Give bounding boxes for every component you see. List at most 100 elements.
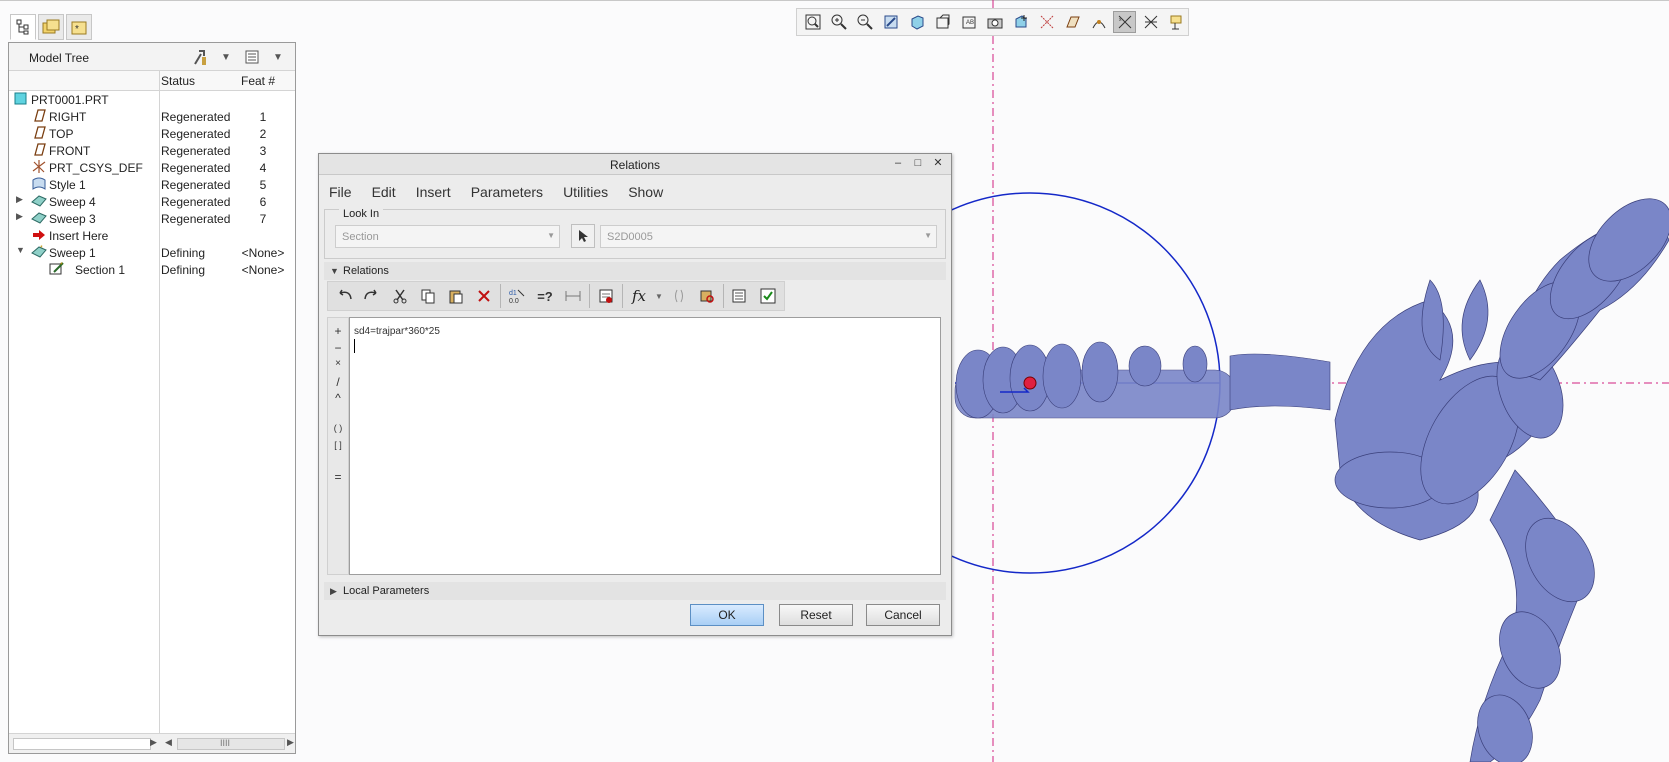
menu-utilities[interactable]: Utilities	[563, 181, 618, 203]
dialog-title-bar[interactable]: Relations – □ ✕	[319, 154, 951, 175]
look-in-item-select[interactable]: S2D0005 ▼	[600, 225, 937, 248]
svg-text:d1: d1	[509, 290, 517, 297]
evaluate-button[interactable]	[592, 283, 620, 309]
tree-row-part[interactable]: PRT0001.PRT	[9, 91, 295, 108]
chevron-down-icon[interactable]: ▼	[655, 292, 663, 301]
status-column-header[interactable]: Status	[161, 74, 195, 88]
refit-button[interactable]	[801, 11, 824, 33]
scroll-right-icon[interactable]: ▶	[287, 737, 294, 748]
delete-button[interactable]	[470, 283, 498, 309]
operator-minus-button[interactable]: −	[328, 341, 348, 355]
copy-icon	[421, 289, 435, 304]
menu-file[interactable]: File	[329, 181, 362, 203]
expand-arrow-icon[interactable]: ▶	[16, 194, 26, 205]
toggle-symbols-button[interactable]: d1 0.0	[503, 283, 531, 309]
tree-row-section1[interactable]: * Section 1 Defining <None>	[9, 261, 295, 278]
operator-parentheses-button[interactable]: ( )	[328, 423, 348, 433]
expand-arrow-icon[interactable]: ▶	[16, 211, 26, 222]
saved-views-button[interactable]	[931, 11, 954, 33]
operator-divide-button[interactable]: /	[328, 375, 348, 389]
text-caret	[354, 339, 355, 353]
spin-center-button[interactable]	[1009, 11, 1032, 33]
relations-section-header[interactable]: ▼ Relations	[324, 262, 946, 280]
chevron-down-icon[interactable]: ▼	[215, 47, 237, 67]
insert-parameter-button[interactable]	[665, 283, 693, 309]
redo-button[interactable]	[358, 283, 386, 309]
csys-display-button[interactable]: x	[1113, 11, 1137, 33]
relations-dialog: Relations – □ ✕ File Edit Insert Paramet…	[318, 153, 952, 636]
operator-power-button[interactable]: ^	[328, 391, 348, 405]
scroll-left-icon[interactable]: ◀	[165, 737, 172, 748]
checkmark-icon	[760, 288, 776, 304]
collapse-arrow-icon[interactable]: ▼	[16, 245, 26, 255]
copy-button[interactable]	[414, 283, 442, 309]
axis-display-icon	[1040, 15, 1053, 29]
minimize-icon[interactable]: –	[891, 156, 905, 171]
datum-axis-display-button[interactable]	[1035, 11, 1058, 33]
reset-button[interactable]: Reset	[779, 604, 853, 626]
operator-brackets-button[interactable]: [ ]	[328, 440, 348, 450]
feat-column-header[interactable]: Feat #	[241, 74, 275, 88]
tree-column-header: Status Feat #	[9, 71, 295, 91]
sort-relations-button[interactable]	[726, 283, 754, 309]
chevron-down-icon[interactable]: ▼	[267, 47, 289, 67]
execute-verify-button[interactable]	[754, 283, 782, 309]
menu-show[interactable]: Show	[628, 181, 673, 203]
tree-row-sweep4[interactable]: ▶ Sweep 4 Regenerated 6	[9, 193, 295, 210]
name-column-scroll[interactable]	[13, 738, 151, 750]
status-column-scroll[interactable]: IIII	[177, 738, 285, 750]
operator-equals-button[interactable]: =	[328, 470, 348, 484]
delete-icon	[478, 290, 490, 302]
menu-insert[interactable]: Insert	[416, 181, 461, 203]
tree-row-insert-here[interactable]: Insert Here	[9, 227, 295, 244]
annotation-display-button[interactable]	[1139, 11, 1162, 33]
tree-show-button[interactable]	[241, 47, 263, 67]
look-in-type-select[interactable]: Section ▼	[335, 225, 560, 248]
model-tree-tab[interactable]	[10, 14, 36, 40]
view-manager-button[interactable]: AB	[957, 11, 980, 33]
select-item-button[interactable]	[571, 224, 595, 248]
undo-button[interactable]	[330, 283, 358, 309]
cancel-button[interactable]: Cancel	[866, 604, 940, 626]
zoom-in-button[interactable]	[827, 11, 850, 33]
tree-row-front[interactable]: FRONT Regenerated 3	[9, 142, 295, 159]
datum-plane-display-button[interactable]	[1061, 11, 1084, 33]
local-parameters-header[interactable]: ▶ Local Parameters	[324, 582, 946, 600]
cut-button[interactable]	[386, 283, 414, 309]
chevron-down-icon: ▼	[924, 231, 932, 240]
favorites-tab[interactable]: *	[66, 14, 92, 40]
tree-row-right[interactable]: RIGHT Regenerated 1	[9, 108, 295, 125]
tree-row-top[interactable]: TOP Regenerated 2	[9, 125, 295, 142]
repaint-button[interactable]	[879, 11, 902, 33]
spin-annotations-button[interactable]	[1165, 11, 1188, 33]
verify-relations-button[interactable]: =?	[531, 283, 559, 309]
tree-row-sweep3[interactable]: ▶ Sweep 3 Regenerated 7	[9, 210, 295, 227]
point-display-button[interactable]	[1087, 11, 1110, 33]
menu-edit[interactable]: Edit	[372, 181, 406, 203]
operator-multiply-button[interactable]: ×	[328, 358, 348, 369]
menu-parameters[interactable]: Parameters	[471, 181, 553, 203]
tree-row-csys[interactable]: PRT_CSYS_DEF Regenerated 4	[9, 159, 295, 176]
zoom-out-button[interactable]	[853, 11, 876, 33]
close-icon[interactable]: ✕	[931, 156, 945, 171]
tree-row-sweep1[interactable]: ▼ * Sweep 1 Defining <None>	[9, 244, 295, 261]
paste-button[interactable]	[442, 283, 470, 309]
operator-plus-button[interactable]: +	[328, 324, 348, 338]
model-tree-title: Model Tree	[29, 51, 90, 65]
ok-button[interactable]: OK	[690, 604, 764, 626]
folder-browser-tab[interactable]	[38, 14, 64, 40]
tree-settings-button[interactable]	[189, 47, 211, 67]
tree-horizontal-scrollbar[interactable]: ▶ ◀ IIII ▶	[9, 733, 295, 753]
helical-sweep-horizontal	[954, 341, 1331, 419]
helical-sweep-tangle	[1334, 279, 1564, 541]
symbols-icon: d10.0	[509, 289, 525, 304]
scroll-right-icon[interactable]: ▶	[150, 737, 157, 748]
perspective-button[interactable]	[983, 11, 1006, 33]
maximize-icon[interactable]: □	[911, 156, 925, 171]
display-style-button[interactable]	[905, 11, 928, 33]
insert-function-button[interactable]: fx	[625, 283, 653, 309]
tree-row-style[interactable]: Style 1 Regenerated 5	[9, 176, 295, 193]
find-button[interactable]	[693, 283, 721, 309]
dimension-button[interactable]	[559, 283, 587, 309]
relations-text-area[interactable]: sd4=trajpar*360*25	[349, 317, 941, 575]
